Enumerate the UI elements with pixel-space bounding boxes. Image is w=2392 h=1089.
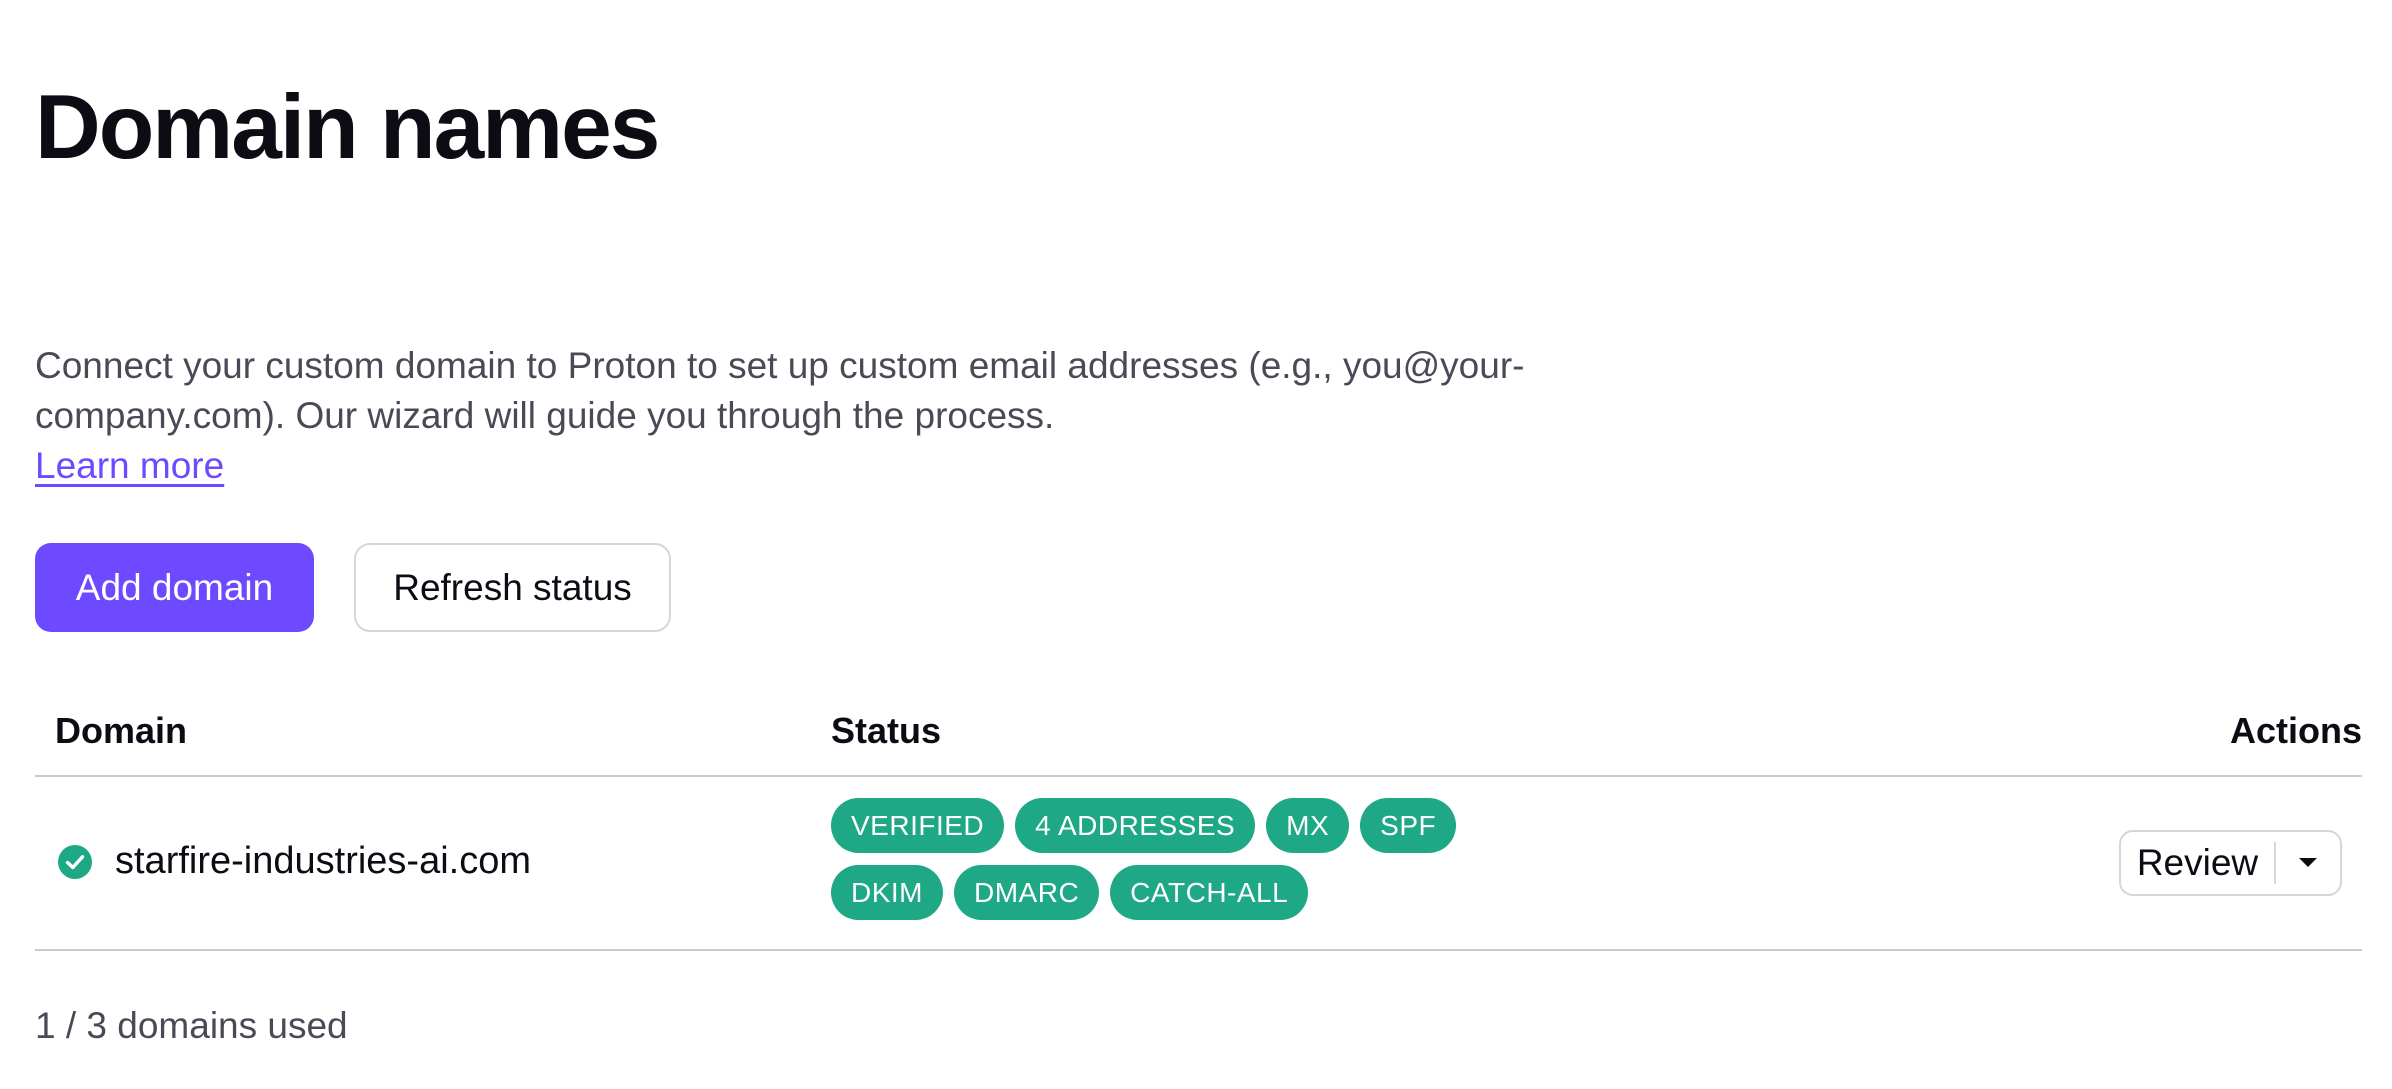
table-header: Domain Status Actions <box>35 690 2362 777</box>
column-header-actions: Actions <box>2229 710 2362 751</box>
status-badge-dkim: DKIM <box>831 865 943 920</box>
table-row: starfire-industries-ai.com VERIFIED 4 AD… <box>35 777 2362 951</box>
status-badge-spf: SPF <box>1360 798 1457 853</box>
status-badge-dmarc: DMARC <box>954 865 1100 920</box>
actions-dropdown-button[interactable] <box>2276 832 2340 894</box>
check-circle-icon <box>58 845 92 879</box>
column-header-status: Status <box>831 710 942 751</box>
review-split-button: Review <box>2119 830 2342 896</box>
caret-down-icon <box>2299 858 2317 867</box>
status-badge-addresses: 4 ADDRESSES <box>1015 798 1256 853</box>
review-button[interactable]: Review <box>2121 832 2274 894</box>
domains-table: Domain Status Actions starfire-industrie… <box>35 690 2362 951</box>
page-title: Domain names <box>35 77 660 178</box>
button-row: Add domain Refresh status <box>35 543 2357 632</box>
domain-name: starfire-industries-ai.com <box>115 840 531 882</box>
status-badge-mx: MX <box>1266 798 1350 853</box>
page-description: Connect your custom domain to Proton to … <box>35 341 1595 491</box>
description-text: Connect your custom domain to Proton to … <box>35 345 1525 436</box>
status-badge-catch-all: CATCH-ALL <box>1110 865 1309 920</box>
status-badge-verified: VERIFIED <box>831 798 1005 853</box>
domains-usage-count: 1 / 3 domains used <box>35 1005 348 1046</box>
refresh-status-button[interactable]: Refresh status <box>354 543 671 632</box>
column-header-domain: Domain <box>55 710 188 751</box>
status-badges: VERIFIED 4 ADDRESSES MX SPF DKIM DMARC C… <box>831 798 1551 920</box>
learn-more-link[interactable]: Learn more <box>35 441 224 491</box>
add-domain-button[interactable]: Add domain <box>35 543 314 632</box>
